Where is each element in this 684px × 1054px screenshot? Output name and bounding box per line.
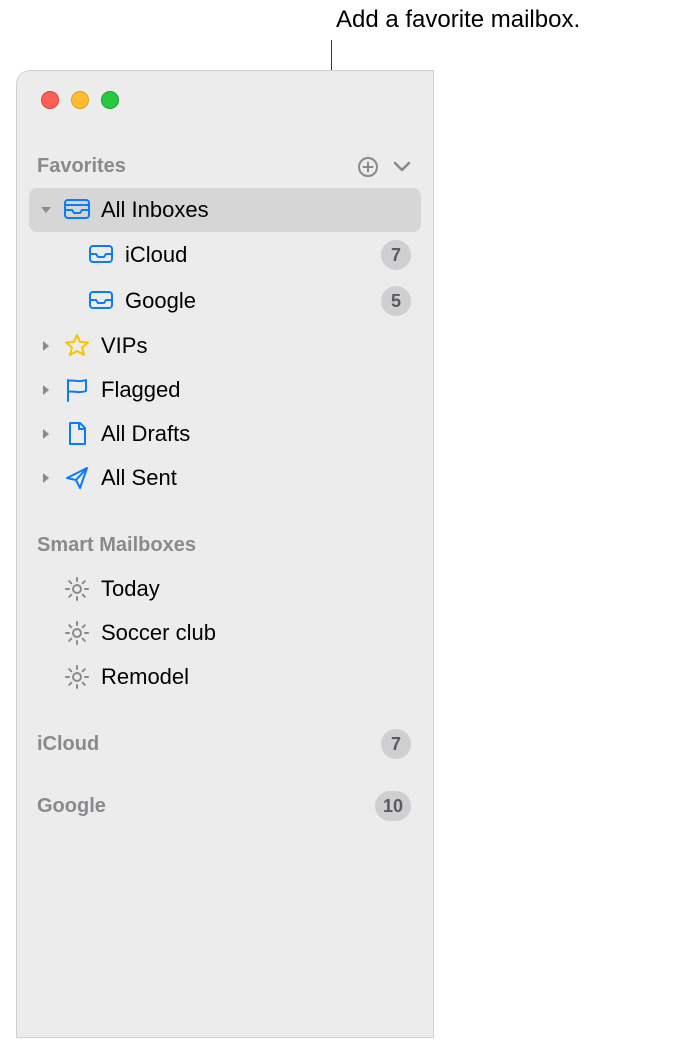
smart-mailboxes-section: Smart Mailboxes [29,528,421,699]
accounts-section: iCloud 7 Google 10 [29,721,421,829]
close-window-button[interactable] [41,91,59,109]
inbox-icon [87,290,115,312]
account-label: Google [37,795,106,818]
sidebar-item-label: VIPs [101,333,411,359]
disclosure-triangle[interactable] [39,428,53,440]
disclosure-triangle[interactable] [39,205,53,215]
sidebar-item-all-inboxes[interactable]: All Inboxes [29,188,421,232]
gear-icon [63,576,91,602]
sidebar-item-label: iCloud [125,242,371,268]
unread-badge: 7 [381,729,411,759]
sidebar-item-flagged[interactable]: Flagged [29,368,421,412]
document-icon [63,421,91,447]
favorites-header: Favorites [29,149,421,188]
maximize-window-button[interactable] [101,91,119,109]
sidebar-item-label: Today [101,576,411,602]
sidebar-item-soccer-club[interactable]: Soccer club [29,611,421,655]
sidebar-item-label: All Inboxes [101,197,411,223]
sidebar-item-today[interactable]: Today [29,567,421,611]
sidebar-item-google-inbox[interactable]: Google 5 [29,278,421,324]
account-header-icloud[interactable]: iCloud 7 [29,721,421,767]
mailbox-sidebar: Favorites [17,109,433,829]
account-label: iCloud [37,733,99,756]
window-controls [17,71,433,109]
favorites-title: Favorites [37,155,126,178]
chevron-right-icon [41,428,51,440]
sidebar-item-label: Remodel [101,664,411,690]
sidebar-item-all-sent[interactable]: All Sent [29,456,421,500]
sidebar-item-label: Google [125,288,371,314]
plus-circle-icon [357,156,379,178]
inbox-icon [87,244,115,266]
unread-badge: 7 [381,240,411,270]
smart-mailboxes-title: Smart Mailboxes [37,534,196,557]
chevron-right-icon [41,472,51,484]
gear-icon [63,664,91,690]
favorites-collapse-button[interactable] [393,161,411,173]
add-favorite-button[interactable] [357,156,379,178]
annotation-callout: Add a favorite mailbox. [336,6,580,34]
all-inboxes-icon [63,198,91,222]
unread-badge: 10 [375,791,411,821]
sidebar-item-label: Soccer club [101,620,411,646]
smart-mailboxes-header: Smart Mailboxes [29,528,421,567]
star-icon [63,333,91,359]
disclosure-triangle[interactable] [39,340,53,352]
sidebar-item-vips[interactable]: VIPs [29,324,421,368]
disclosure-triangle[interactable] [39,384,53,396]
chevron-down-icon [393,161,411,173]
chevron-down-icon [40,205,52,215]
sidebar-item-label: All Drafts [101,421,411,447]
flag-icon [63,377,91,403]
sidebar-item-label: Flagged [101,377,411,403]
gear-icon [63,620,91,646]
chevron-right-icon [41,340,51,352]
account-header-google[interactable]: Google 10 [29,783,421,829]
minimize-window-button[interactable] [71,91,89,109]
sidebar-item-label: All Sent [101,465,411,491]
sidebar-item-remodel[interactable]: Remodel [29,655,421,699]
sidebar-item-all-drafts[interactable]: All Drafts [29,412,421,456]
favorites-actions [357,156,411,178]
sidebar-item-icloud-inbox[interactable]: iCloud 7 [29,232,421,278]
paperplane-icon [63,465,91,491]
disclosure-triangle[interactable] [39,472,53,484]
mail-sidebar-window: Favorites [16,70,434,1038]
unread-badge: 5 [381,286,411,316]
chevron-right-icon [41,384,51,396]
